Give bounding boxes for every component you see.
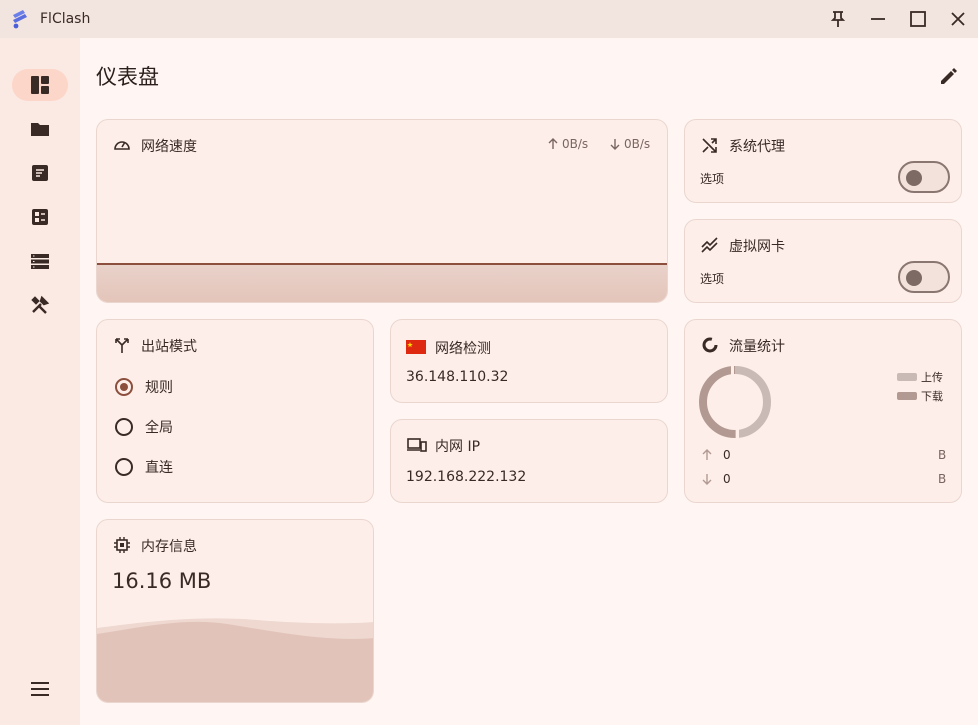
legend-download-label: 下载: [921, 390, 943, 403]
download-total-value: 0: [723, 472, 731, 486]
upload-total-unit: B: [938, 448, 947, 462]
lan-ip-title: 内网 IP: [435, 439, 481, 455]
nav-logs[interactable]: [12, 157, 68, 189]
radio-unselected[interactable]: [115, 458, 133, 476]
china-flag-icon: [406, 340, 426, 354]
public-ip-value: 36.148.110.32: [406, 369, 509, 385]
legend-download: 下载: [897, 388, 943, 404]
memory-wave-graph: [97, 618, 373, 702]
traffic-stats-card[interactable]: 流量统计 上传 下载 0 B 0 B: [684, 319, 962, 503]
folder-icon: [31, 123, 49, 136]
upload-total-value: 0: [723, 448, 731, 462]
mode-option-global[interactable]: 全局: [115, 417, 173, 437]
outbound-mode-card: 出站模式 规则 全局 直连: [96, 319, 374, 503]
network-check-card[interactable]: 网络检测 36.148.110.32: [390, 319, 668, 403]
lan-ip-value: 192.168.222.132: [406, 469, 527, 485]
maximize-icon: [910, 11, 926, 27]
shuffle-icon: [702, 138, 717, 153]
minimize-icon: [871, 18, 885, 20]
sidebar: [0, 38, 80, 725]
radio-unselected[interactable]: [115, 418, 133, 436]
donut-chart-icon: [702, 337, 718, 353]
arrow-down-icon: [702, 474, 712, 485]
legend-upload-label: 上传: [921, 371, 943, 384]
memory-card[interactable]: 内存信息 16.16 MB: [96, 519, 374, 703]
system-proxy-option-label: 选项: [700, 172, 725, 186]
nav-dashboard[interactable]: [12, 69, 68, 101]
mode-option-label: 直连: [145, 460, 173, 476]
tools-icon: [31, 295, 50, 314]
traffic-donut-chart: [699, 366, 771, 438]
virtual-nic-option-label: 选项: [700, 272, 725, 286]
virtual-nic-title: 虚拟网卡: [729, 239, 785, 255]
legend-upload: 上传: [897, 369, 943, 385]
app-logo-icon: [13, 10, 27, 29]
lan-ip-card[interactable]: 内网 IP 192.168.222.132: [390, 419, 668, 503]
page-title: 仪表盘: [96, 65, 159, 89]
virtual-nic-toggle[interactable]: [898, 261, 950, 293]
legend-download-swatch: [897, 392, 917, 400]
mode-option-label: 规则: [145, 380, 173, 396]
list-icon: [31, 254, 49, 269]
network-speed-card[interactable]: 网络速度 0B/s 0B/s: [96, 119, 668, 303]
edit-icon[interactable]: [937, 64, 961, 88]
toggle-knob: [906, 270, 922, 286]
title-bar: FlClash: [0, 0, 978, 38]
checklist-icon: [32, 209, 48, 225]
legend-upload-swatch: [897, 373, 917, 381]
virtual-nic-card[interactable]: 虚拟网卡 选项: [684, 219, 962, 303]
nav-connections[interactable]: [12, 201, 68, 233]
hamburger-menu-icon: [31, 682, 49, 696]
fork-icon: [115, 338, 129, 353]
maximize-button[interactable]: [906, 7, 930, 31]
toggle-knob: [906, 170, 922, 186]
mode-option-rule[interactable]: 规则: [115, 377, 173, 397]
system-proxy-title: 系统代理: [729, 139, 785, 155]
close-icon: [951, 12, 965, 26]
dashboard-icon: [31, 76, 49, 94]
system-proxy-toggle[interactable]: [898, 161, 950, 193]
mode-option-direct[interactable]: 直连: [115, 457, 173, 477]
minimize-button[interactable]: [866, 7, 890, 31]
traffic-stats-title: 流量统计: [729, 339, 785, 355]
radio-selected[interactable]: [115, 378, 133, 396]
nav-resources[interactable]: [12, 245, 68, 277]
network-check-title: 网络检测: [435, 341, 491, 357]
arrow-up-icon: [702, 449, 712, 460]
app-title: FlClash: [40, 11, 91, 27]
speed-graph: [97, 263, 667, 302]
close-button[interactable]: [946, 7, 970, 31]
nav-tools[interactable]: [12, 289, 68, 321]
menu-button[interactable]: [12, 673, 68, 705]
trending-icon: [701, 237, 718, 253]
document-icon: [32, 165, 48, 181]
nav-profiles[interactable]: [12, 113, 68, 145]
system-proxy-card[interactable]: 系统代理 选项: [684, 119, 962, 203]
pin-button[interactable]: [826, 7, 850, 31]
mode-option-label: 全局: [145, 420, 173, 436]
pin-icon: [830, 11, 846, 27]
devices-icon: [407, 438, 427, 452]
download-total-unit: B: [938, 472, 947, 486]
outbound-mode-title: 出站模式: [141, 339, 197, 355]
